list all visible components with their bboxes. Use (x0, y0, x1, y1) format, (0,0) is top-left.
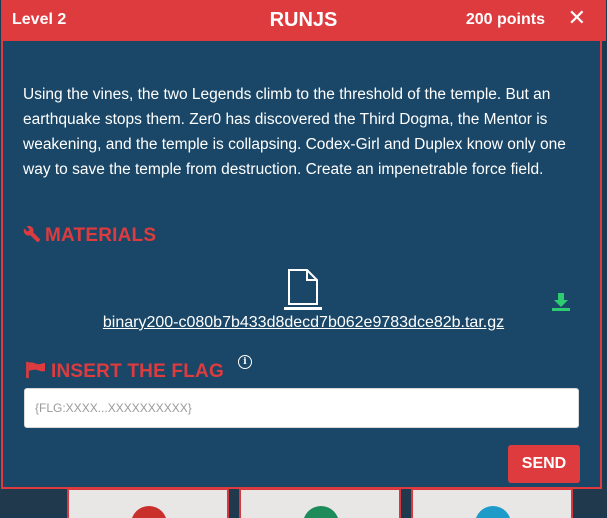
insert-flag-heading: INSERT THE FLAG (25, 361, 224, 383)
info-icon[interactable]: i (238, 355, 252, 369)
challenge-description: Using the vines, the two Legends climb t… (23, 86, 566, 178)
file-icon-underline (284, 307, 322, 310)
challenge-modal: Level 2 RUNJS 200 points ✕ Using the vin… (1, 0, 606, 489)
flag-icon (26, 361, 45, 379)
wrench-icon (23, 225, 41, 243)
insert-flag-title: INSERT THE FLAG (51, 361, 224, 382)
download-icon[interactable] (550, 291, 572, 313)
materials-title: MATERIALS (45, 225, 157, 246)
file-icon[interactable] (283, 268, 323, 308)
flag-input[interactable] (24, 388, 579, 428)
material-file-link[interactable]: binary200-c080b7b433d8decd7b062e9783dce8… (3, 314, 604, 332)
materials-heading: MATERIALS (23, 225, 156, 247)
modal-header: Level 2 RUNJS 200 points ✕ (1, 0, 606, 41)
close-icon[interactable]: ✕ (568, 6, 586, 30)
points-label: 200 points (465, 11, 545, 28)
send-button[interactable]: SEND (508, 445, 580, 483)
